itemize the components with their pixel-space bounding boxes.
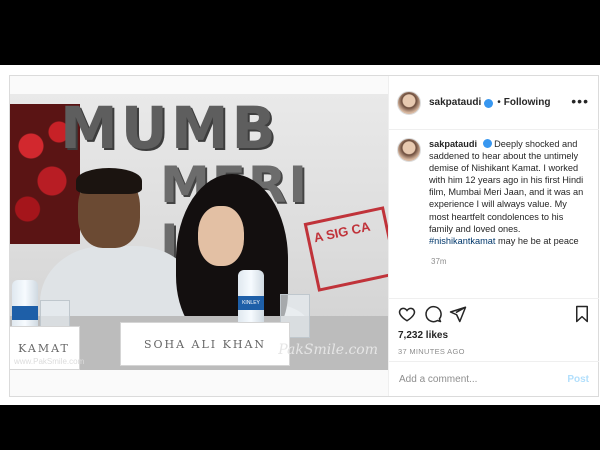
nameplate-right: SOHA ALI KHAN	[120, 322, 290, 366]
post-photo[interactable]: MUMB MERI JAA A SIG CA	[10, 76, 388, 396]
post-timestamp: 37 MINUTES AGO	[398, 347, 465, 356]
instagram-post: MUMB MERI JAA A SIG CA	[9, 75, 599, 397]
avatar[interactable]	[397, 138, 421, 162]
verified-icon	[484, 99, 494, 108]
comment-icon[interactable]	[424, 305, 442, 323]
photo-content: MUMB MERI JAA A SIG CA	[10, 94, 388, 370]
post-comment-button[interactable]: Post	[567, 374, 589, 385]
caption-timestamp: 37m	[431, 256, 447, 266]
watermark-right: PakSmile.com	[278, 342, 378, 358]
comment-bar: Post	[389, 361, 599, 396]
likes-count[interactable]: 7,232 likes	[398, 330, 448, 341]
caption-text-end: may he be at peace	[495, 235, 579, 246]
action-bar	[389, 298, 599, 328]
caption: sakpataudi Deeply shocked and saddened t…	[397, 138, 593, 266]
comment-input[interactable]	[399, 373, 568, 385]
screenshot-frame: MUMB MERI JAA A SIG CA	[0, 65, 600, 405]
hashtag-link[interactable]: #nishikantkamat	[429, 236, 495, 246]
header-username[interactable]: sakpataudi	[429, 97, 481, 108]
caption-text: Deeply shocked and saddened to hear abou…	[429, 139, 584, 234]
share-icon[interactable]	[449, 305, 467, 323]
poster-title: MUMB	[60, 94, 279, 162]
post-side-panel: sakpataudi • Following ••• sakpataudi De…	[388, 76, 599, 396]
heart-icon[interactable]	[398, 305, 416, 323]
caption-username[interactable]: sakpataudi	[429, 139, 477, 149]
post-header: sakpataudi • Following •••	[389, 76, 599, 130]
watermark-left: www.PakSmile.com	[14, 357, 85, 366]
verified-icon	[482, 139, 492, 148]
bookmark-icon[interactable]	[573, 305, 591, 323]
caption-text-block: sakpataudi Deeply shocked and saddened t…	[429, 138, 589, 247]
following-button[interactable]: Following	[504, 97, 551, 108]
header-separator: •	[497, 97, 501, 108]
avatar[interactable]	[397, 90, 421, 115]
more-icon[interactable]: •••	[571, 93, 589, 109]
